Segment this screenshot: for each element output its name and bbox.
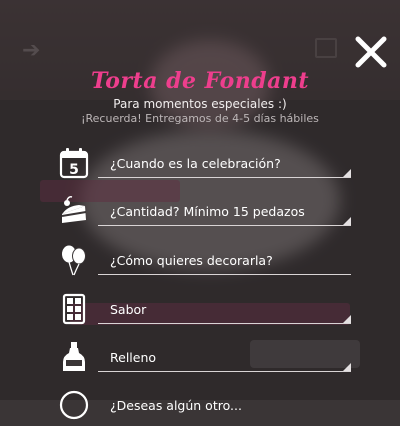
other-input[interactable]: ¿Deseas algún otro... [98, 392, 351, 420]
flavor-select[interactable]: Sabor [98, 296, 351, 324]
field-underline [98, 224, 351, 226]
dropdown-corner-icon [343, 217, 351, 225]
celebration-date-label: ¿Cuando es la celebración? [110, 156, 281, 171]
calendar-icon: 5 [59, 148, 89, 179]
other-label: ¿Deseas algún otro... [110, 398, 242, 413]
field-underline [98, 370, 351, 372]
dropdown-corner-icon [343, 315, 351, 323]
quantity-input[interactable]: ¿Cantidad? Mínimo 15 pedazos [98, 198, 351, 226]
modal-title: Torta de Fondant [90, 68, 310, 94]
dropdown-corner-icon [343, 363, 351, 371]
calendar-day: 5 [69, 162, 79, 178]
bottle-icon [63, 342, 85, 371]
form-row-partial: ¿Deseas algún otro... [55, 388, 355, 426]
delivery-note: ¡Recuerda! Entregamos de 4-5 días hábile… [81, 112, 319, 125]
field-underline [98, 273, 351, 275]
filling-label: Relleno [110, 350, 157, 365]
form-row-date: 5 ¿Cuando es la celebración? [55, 146, 355, 184]
filling-select[interactable]: Relleno [98, 344, 351, 372]
form-row-filling: Relleno [55, 340, 355, 378]
field-underline [98, 322, 351, 324]
close-button[interactable] [352, 33, 390, 71]
form-row-flavor: Sabor [55, 292, 355, 330]
flavor-label: Sabor [110, 302, 147, 317]
form-row-decoration: ¿Cómo quieres decorarla? [55, 243, 355, 281]
close-icon [355, 36, 387, 68]
cake-slice-icon [61, 196, 87, 223]
balloons-icon [62, 245, 86, 276]
decoration-input[interactable]: ¿Cómo quieres decorarla? [98, 247, 351, 275]
dropdown-corner-icon [343, 169, 351, 177]
form-row-quantity: ¿Cantidad? Mínimo 15 pedazos [55, 194, 355, 232]
quantity-label: ¿Cantidad? Mínimo 15 pedazos [110, 204, 305, 219]
chocolate-bar-icon [62, 293, 86, 325]
celebration-date-select[interactable]: ¿Cuando es la celebración? [98, 150, 351, 178]
field-underline [98, 176, 351, 178]
clock-icon [59, 390, 89, 420]
decoration-label: ¿Cómo quieres decorarla? [110, 253, 273, 268]
modal-subtitle: Para momentos especiales :) [113, 97, 287, 111]
